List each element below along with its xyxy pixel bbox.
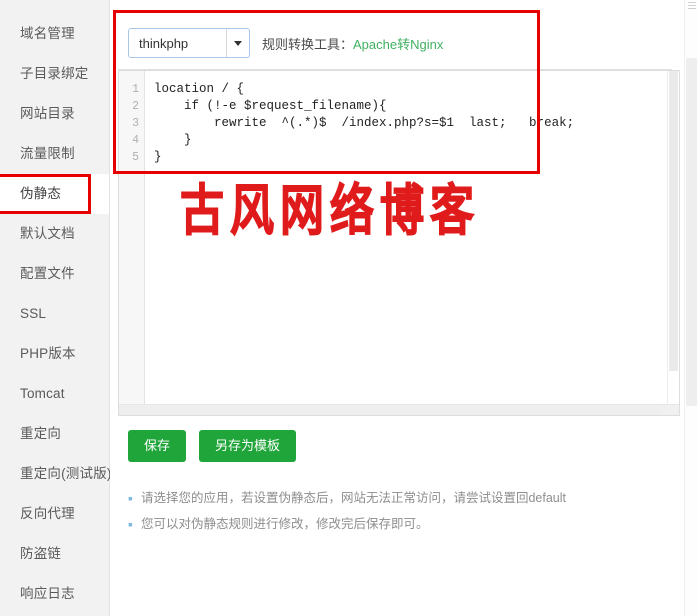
sidebar-item-label: 域名管理	[20, 26, 75, 41]
editor-line-number: 1	[132, 83, 139, 96]
help-note-text: 您可以对伪静态规则进行修改，修改完后保存即可。	[140, 517, 429, 531]
bullet-icon: ▪	[128, 490, 133, 506]
page-vertical-scrollbar[interactable]	[684, 0, 698, 616]
converter-label: 规则转换工具：	[262, 36, 354, 52]
sidebar-item[interactable]: 反向代理	[0, 494, 109, 534]
sidebar-item[interactable]: 防盗链	[0, 534, 109, 574]
sidebar-item-label: 重定向(测试版)	[20, 466, 112, 481]
sidebar-item-label: SSL	[20, 306, 47, 321]
scrollbar-grip-icon	[688, 2, 696, 10]
sidebar-item-label: Tomcat	[20, 386, 65, 401]
sidebar-item-label: 重定向	[20, 426, 62, 441]
editor-line-number: 3	[132, 117, 139, 130]
rule-preset-select[interactable]: thinkphp	[128, 28, 250, 58]
editor-line-number: 5	[132, 151, 139, 164]
bullet-icon: ▪	[128, 516, 133, 532]
converter-label-group: 规则转换工具：Apache转Nginx	[262, 34, 443, 53]
sidebar-item[interactable]: 重定向	[0, 414, 109, 454]
editor-code-area[interactable]: location / { if (!-e $request_filename){…	[145, 71, 679, 415]
editor-vertical-scrollbar[interactable]	[667, 71, 679, 406]
sidebar-item-label: 配置文件	[20, 266, 75, 281]
sidebar-item-label: 默认文档	[20, 226, 75, 241]
apache-to-nginx-link[interactable]: Apache转Nginx	[353, 37, 443, 52]
rewrite-rule-editor[interactable]: 1 2 3 4 5 location / { if (!-e $request_file…	[118, 70, 680, 416]
sidebar-item-label: 反向代理	[20, 506, 75, 521]
sidebar-item-label: 网站目录	[20, 106, 75, 121]
editor-horizontal-scroll-thumb[interactable]	[119, 406, 659, 414]
editor-inner: 1 2 3 4 5 location / { if (!-e $request_file…	[119, 71, 679, 415]
help-note-item: ▪ 请选择您的应用，若设置伪静态后，网站无法正常访问，请尝试设置回default	[128, 485, 566, 511]
sidebar-item[interactable]: 流量限制	[0, 134, 109, 174]
sidebar-item[interactable]: Tomcat	[0, 374, 109, 414]
page-root: 域名管理子目录绑定网站目录流量限制伪静态默认文档配置文件 SSL PHP版本 Tomc…	[0, 0, 698, 616]
editor-vertical-scroll-thumb[interactable]	[669, 71, 678, 371]
sidebar-item[interactable]: 配置文件	[0, 254, 109, 294]
editor-line-number-gutter: 1 2 3 4 5	[119, 71, 145, 415]
save-as-template-button[interactable]: 另存为模板	[199, 430, 297, 462]
action-button-row: 保存 另存为模板	[128, 430, 297, 462]
editor-horizontal-scrollbar[interactable]	[119, 404, 679, 415]
help-note-text: 请选择您的应用，若设置伪静态后，网站无法正常访问，请尝试设置回default	[140, 491, 567, 505]
sidebar-item[interactable]: 子目录绑定	[0, 54, 109, 94]
rewrite-toolbar: thinkphp 规则转换工具：Apache转Nginx	[128, 28, 443, 58]
help-notes-list: ▪ 请选择您的应用，若设置伪静态后，网站无法正常访问，请尝试设置回default ▪…	[128, 485, 566, 537]
sidebar-item-label: 防盗链	[20, 546, 62, 561]
main-content: thinkphp 规则转换工具：Apache转Nginx 1 2 3 4 5 locat…	[110, 0, 698, 616]
editor-code-text: location / { if (!-e $request_filename){…	[154, 82, 575, 164]
page-vertical-scroll-thumb[interactable]	[686, 58, 697, 406]
sidebar-item[interactable]: 域名管理	[0, 14, 109, 54]
rule-preset-selected-value: thinkphp	[139, 35, 189, 51]
sidebar-item[interactable]: 网站目录	[0, 94, 109, 134]
sidebar-item[interactable]: SSL	[0, 294, 109, 334]
sidebar-item[interactable]: 默认文档	[0, 214, 109, 254]
sidebar-item-label: 伪静态	[20, 186, 62, 201]
sidebar-item-active[interactable]: 伪静态	[0, 174, 109, 214]
sidebar-item[interactable]: PHP版本	[0, 334, 109, 374]
editor-line-number: 2	[132, 100, 139, 113]
help-note-item: ▪ 您可以对伪静态规则进行修改，修改完后保存即可。	[128, 511, 566, 537]
sidebar-item-label: PHP版本	[20, 346, 76, 361]
settings-sidebar: 域名管理子目录绑定网站目录流量限制伪静态默认文档配置文件 SSL PHP版本 Tomc…	[0, 0, 112, 616]
chevron-down-icon	[226, 29, 249, 57]
sidebar-item-label: 响应日志	[20, 586, 75, 601]
sidebar-item-label: 流量限制	[20, 146, 75, 161]
sidebar-item-label: 子目录绑定	[20, 66, 89, 81]
sidebar-item[interactable]: 重定向(测试版)	[0, 454, 112, 494]
editor-line-number: 4	[132, 134, 139, 147]
save-button[interactable]: 保存	[128, 430, 187, 462]
sidebar-item[interactable]: 响应日志	[0, 574, 109, 614]
